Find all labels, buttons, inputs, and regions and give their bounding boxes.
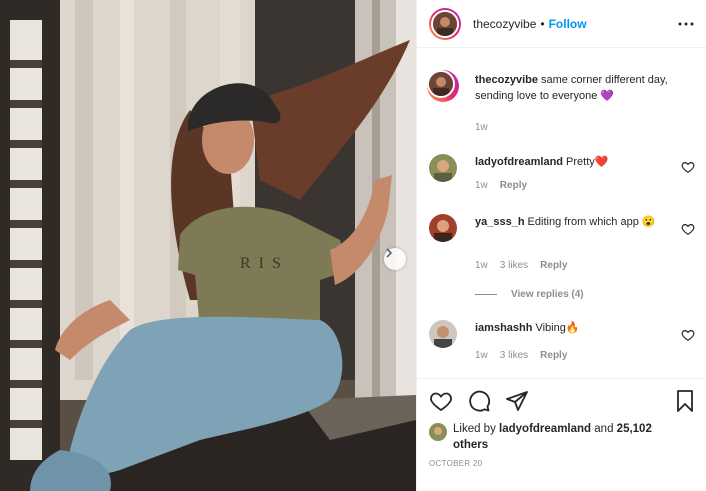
like-heart-icon[interactable]: [429, 389, 453, 413]
comment-text: ya_sss_h Editing from which app 😮: [475, 214, 675, 230]
reply-button[interactable]: Reply: [500, 180, 527, 191]
share-send-icon[interactable]: [505, 389, 529, 413]
post-side-panel: thecozyvibe • Follow thecozyvibe same cor…: [416, 0, 706, 491]
comment-meta: 1w Reply: [475, 180, 527, 191]
comment-username[interactable]: ladyofdreamland: [475, 156, 563, 168]
caption-meta: 1w: [475, 122, 488, 133]
like-comment-heart-icon[interactable]: [681, 328, 695, 342]
comment-meta: 1w 3 likes Reply: [475, 350, 567, 361]
comment-meta: 1w 3 likes Reply: [475, 260, 567, 271]
caption-text: thecozyvibe same corner different day, se…: [475, 72, 675, 104]
post-date[interactable]: OCTOBER 20: [429, 459, 483, 468]
comment-username[interactable]: iamshashh: [475, 322, 532, 334]
more-options-icon[interactable]: [675, 13, 697, 33]
caption-avatar: [427, 70, 455, 98]
comment-likes[interactable]: 3 likes: [500, 260, 528, 271]
liked-by-avatar[interactable]: [429, 423, 447, 441]
reply-button[interactable]: Reply: [540, 350, 567, 361]
post-actions: Liked by ladyofdreamland and 25,102 othe…: [417, 378, 706, 491]
author-avatar: [431, 9, 459, 38]
caption-time: 1w: [475, 122, 488, 133]
like-comment-heart-icon[interactable]: [681, 222, 695, 236]
liked-by-prefix: Liked by: [453, 423, 496, 435]
liked-by-and: and: [594, 423, 614, 435]
save-bookmark-icon[interactable]: [673, 389, 697, 413]
post-header: thecozyvibe • Follow: [417, 0, 706, 48]
comment-time: 1w: [475, 260, 488, 271]
reply-button[interactable]: Reply: [540, 260, 567, 271]
instagram-post: RIS thecozyvibe • Follow thecozyvibe sam…: [0, 0, 706, 491]
liked-by-user[interactable]: ladyofdreamland: [499, 423, 591, 435]
comment-likes[interactable]: 3 likes: [500, 350, 528, 361]
comment-username[interactable]: ya_sss_h: [475, 216, 525, 228]
author-avatar-ring[interactable]: [429, 7, 461, 40]
follow-button[interactable]: Follow: [549, 17, 587, 31]
svg-text:RIS: RIS: [240, 255, 289, 272]
comment-time: 1w: [475, 350, 488, 361]
comment-text: ladyofdreamland Pretty❤️: [475, 154, 675, 170]
comment-avatar[interactable]: [429, 214, 457, 242]
view-replies-button[interactable]: View replies (4): [475, 289, 584, 300]
replies-divider-line: [475, 294, 497, 295]
liked-by: Liked by ladyofdreamland and 25,102 othe…: [429, 421, 673, 453]
next-photo-button[interactable]: [384, 248, 406, 270]
photo-illustration: RIS: [0, 0, 416, 491]
caption-avatar-ring[interactable]: [427, 70, 459, 102]
view-replies-label: View replies (4): [511, 289, 584, 300]
comments-list: thecozyvibe same corner different day, se…: [417, 58, 706, 378]
post-photo[interactable]: RIS: [0, 0, 416, 491]
comment-avatar[interactable]: [429, 154, 457, 182]
comment-body: Editing from which app 😮: [527, 216, 656, 228]
comment-bubble-icon[interactable]: [467, 389, 491, 413]
separator-dot: •: [540, 16, 545, 31]
comment-time: 1w: [475, 180, 488, 191]
action-icons: [429, 389, 529, 413]
chevron-right-icon: [386, 248, 393, 258]
comment-text: iamshashh Vibing🔥: [475, 320, 675, 336]
liked-by-text: Liked by ladyofdreamland and 25,102 othe…: [453, 421, 673, 453]
comment-body: Pretty❤️: [566, 156, 609, 168]
comment-avatar[interactable]: [429, 320, 457, 348]
author-username[interactable]: thecozyvibe: [473, 17, 536, 31]
caption-username[interactable]: thecozyvibe: [475, 74, 538, 86]
comment-body: Vibing🔥: [535, 322, 580, 334]
like-comment-heart-icon[interactable]: [681, 160, 695, 174]
